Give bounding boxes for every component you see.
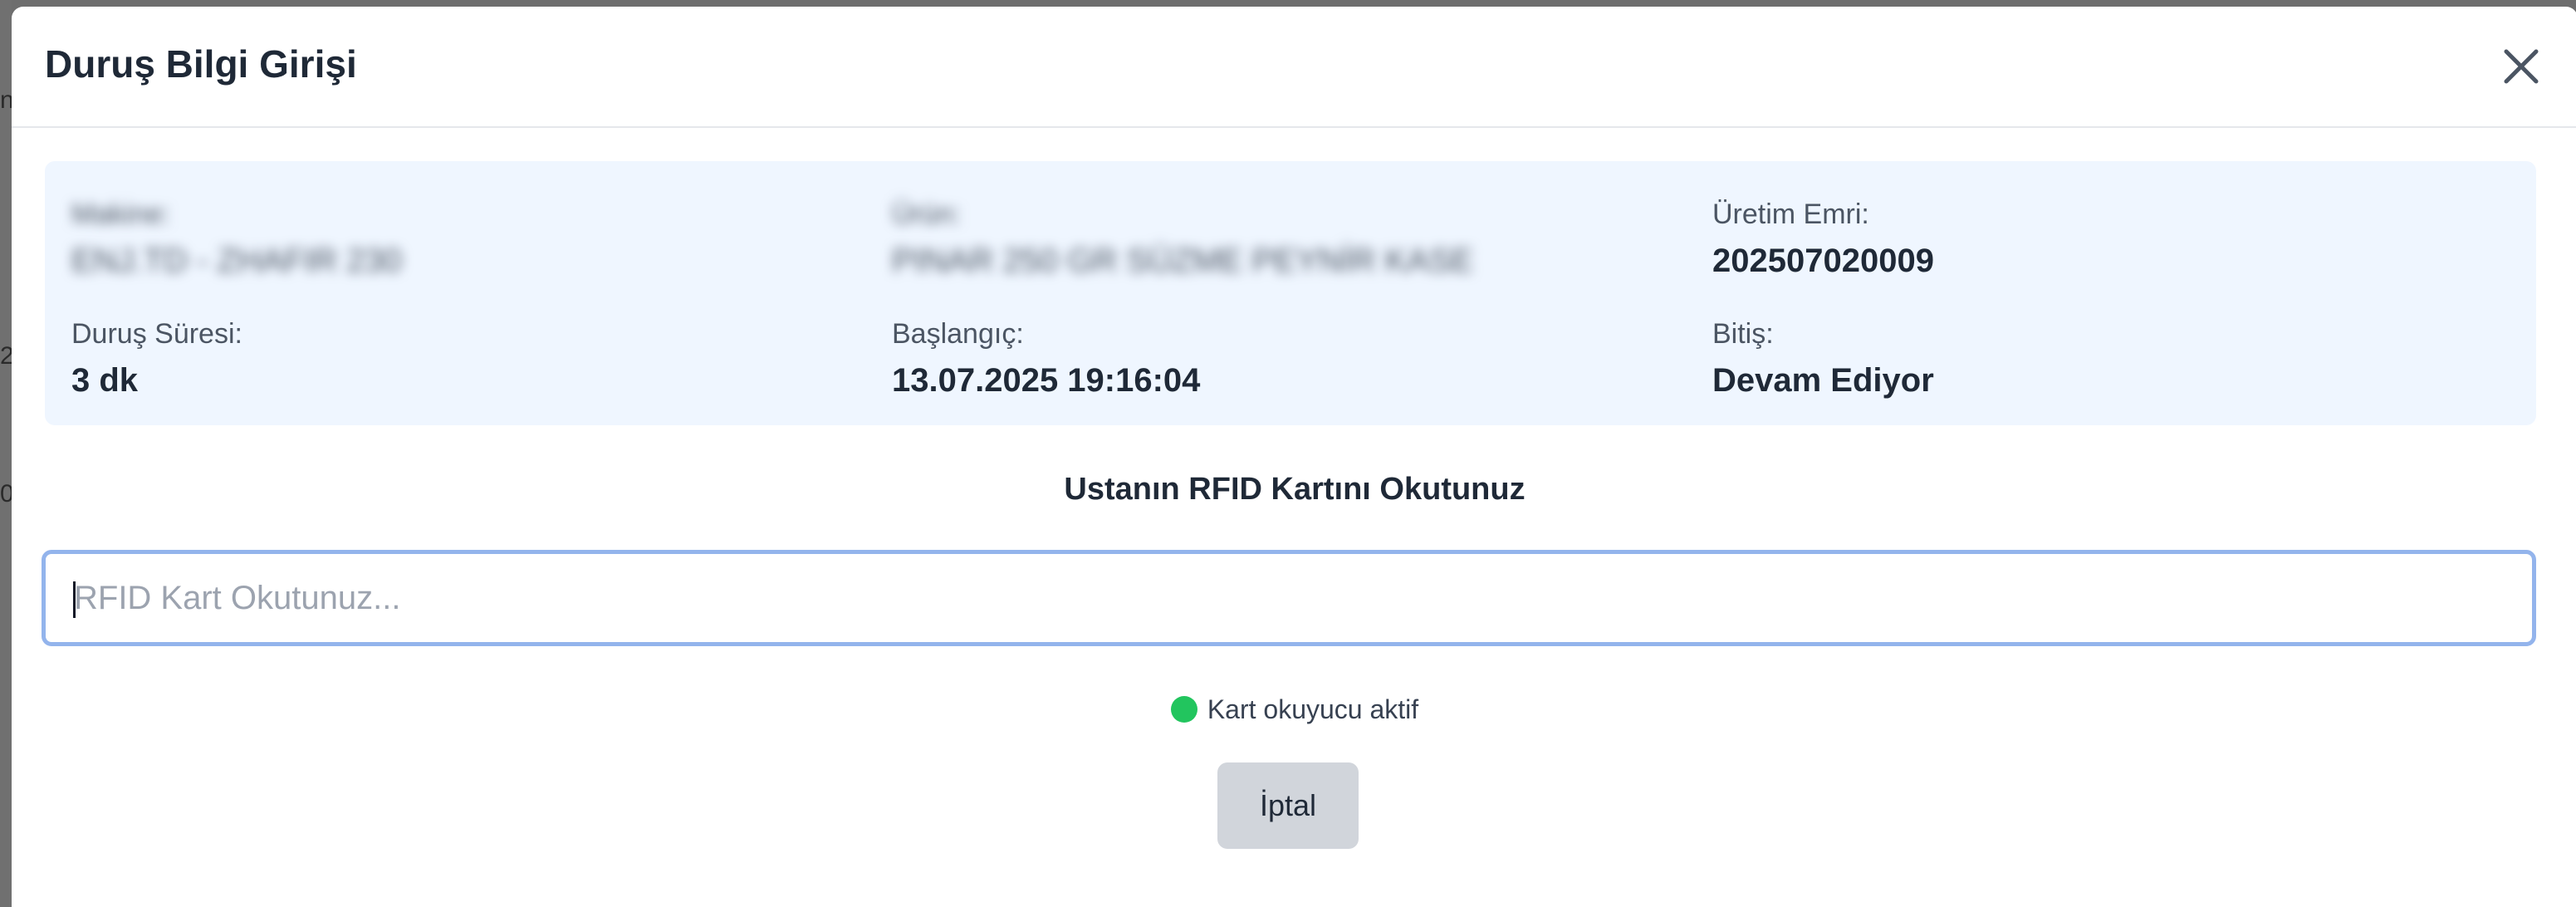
text-caret [73, 581, 76, 618]
end-value: Devam Ediyor [1712, 362, 1934, 399]
info-machine: Makine: ENJ.TD - ZHAFIR 230 [71, 198, 819, 281]
product-label: Ürün: [892, 199, 962, 230]
info-end: Bitiş: Devam Ediyor [1712, 317, 2460, 400]
rfid-input[interactable] [42, 550, 2536, 646]
start-value: 13.07.2025 19:16:04 [892, 362, 1201, 399]
rfid-heading: Ustanın RFID Kartını Okutunuz [1064, 472, 1526, 507]
status-text: Kart okuyucu aktif [1207, 694, 1419, 724]
cancel-button[interactable]: İptal [1217, 762, 1359, 849]
modal-header: Duruş Bilgi Girişi [12, 7, 2576, 128]
start-label: Başlangıç: [892, 318, 1024, 350]
status-indicator-dot [1170, 696, 1197, 723]
background-page: n 2 0 [0, 0, 14, 907]
order-label: Üretim Emri: [1712, 199, 1869, 230]
duration-label: Duruş Süresi: [71, 318, 242, 350]
downtime-info-panel: Makine: ENJ.TD - ZHAFIR 230 Ürün: PINAR … [45, 161, 2536, 425]
order-value: 202507020009 [1712, 243, 1934, 279]
downtime-modal: Duruş Bilgi Girişi Makine: ENJ.TD - ZHAF… [12, 7, 2576, 907]
machine-label: Makine: [71, 199, 171, 230]
duration-value: 3 dk [71, 362, 139, 399]
card-reader-status: Kart okuyucu aktif [12, 693, 2576, 726]
product-value: PINAR 250 GR SÜZME PEYNİR KASE [892, 243, 1474, 279]
close-icon [2504, 49, 2539, 84]
machine-value: ENJ.TD - ZHAFIR 230 [71, 243, 402, 279]
info-product: Ürün: PINAR 250 GR SÜZME PEYNİR KASE [892, 198, 1639, 281]
modal-title: Duruş Bilgi Girişi [45, 42, 357, 86]
info-start: Başlangıç: 13.07.2025 19:16:04 [892, 317, 1639, 400]
end-label: Bitiş: [1712, 318, 1774, 350]
close-button[interactable] [2495, 40, 2548, 93]
info-order: Üretim Emri: 202507020009 [1712, 198, 2460, 281]
info-duration: Duruş Süresi: 3 dk [71, 317, 819, 400]
